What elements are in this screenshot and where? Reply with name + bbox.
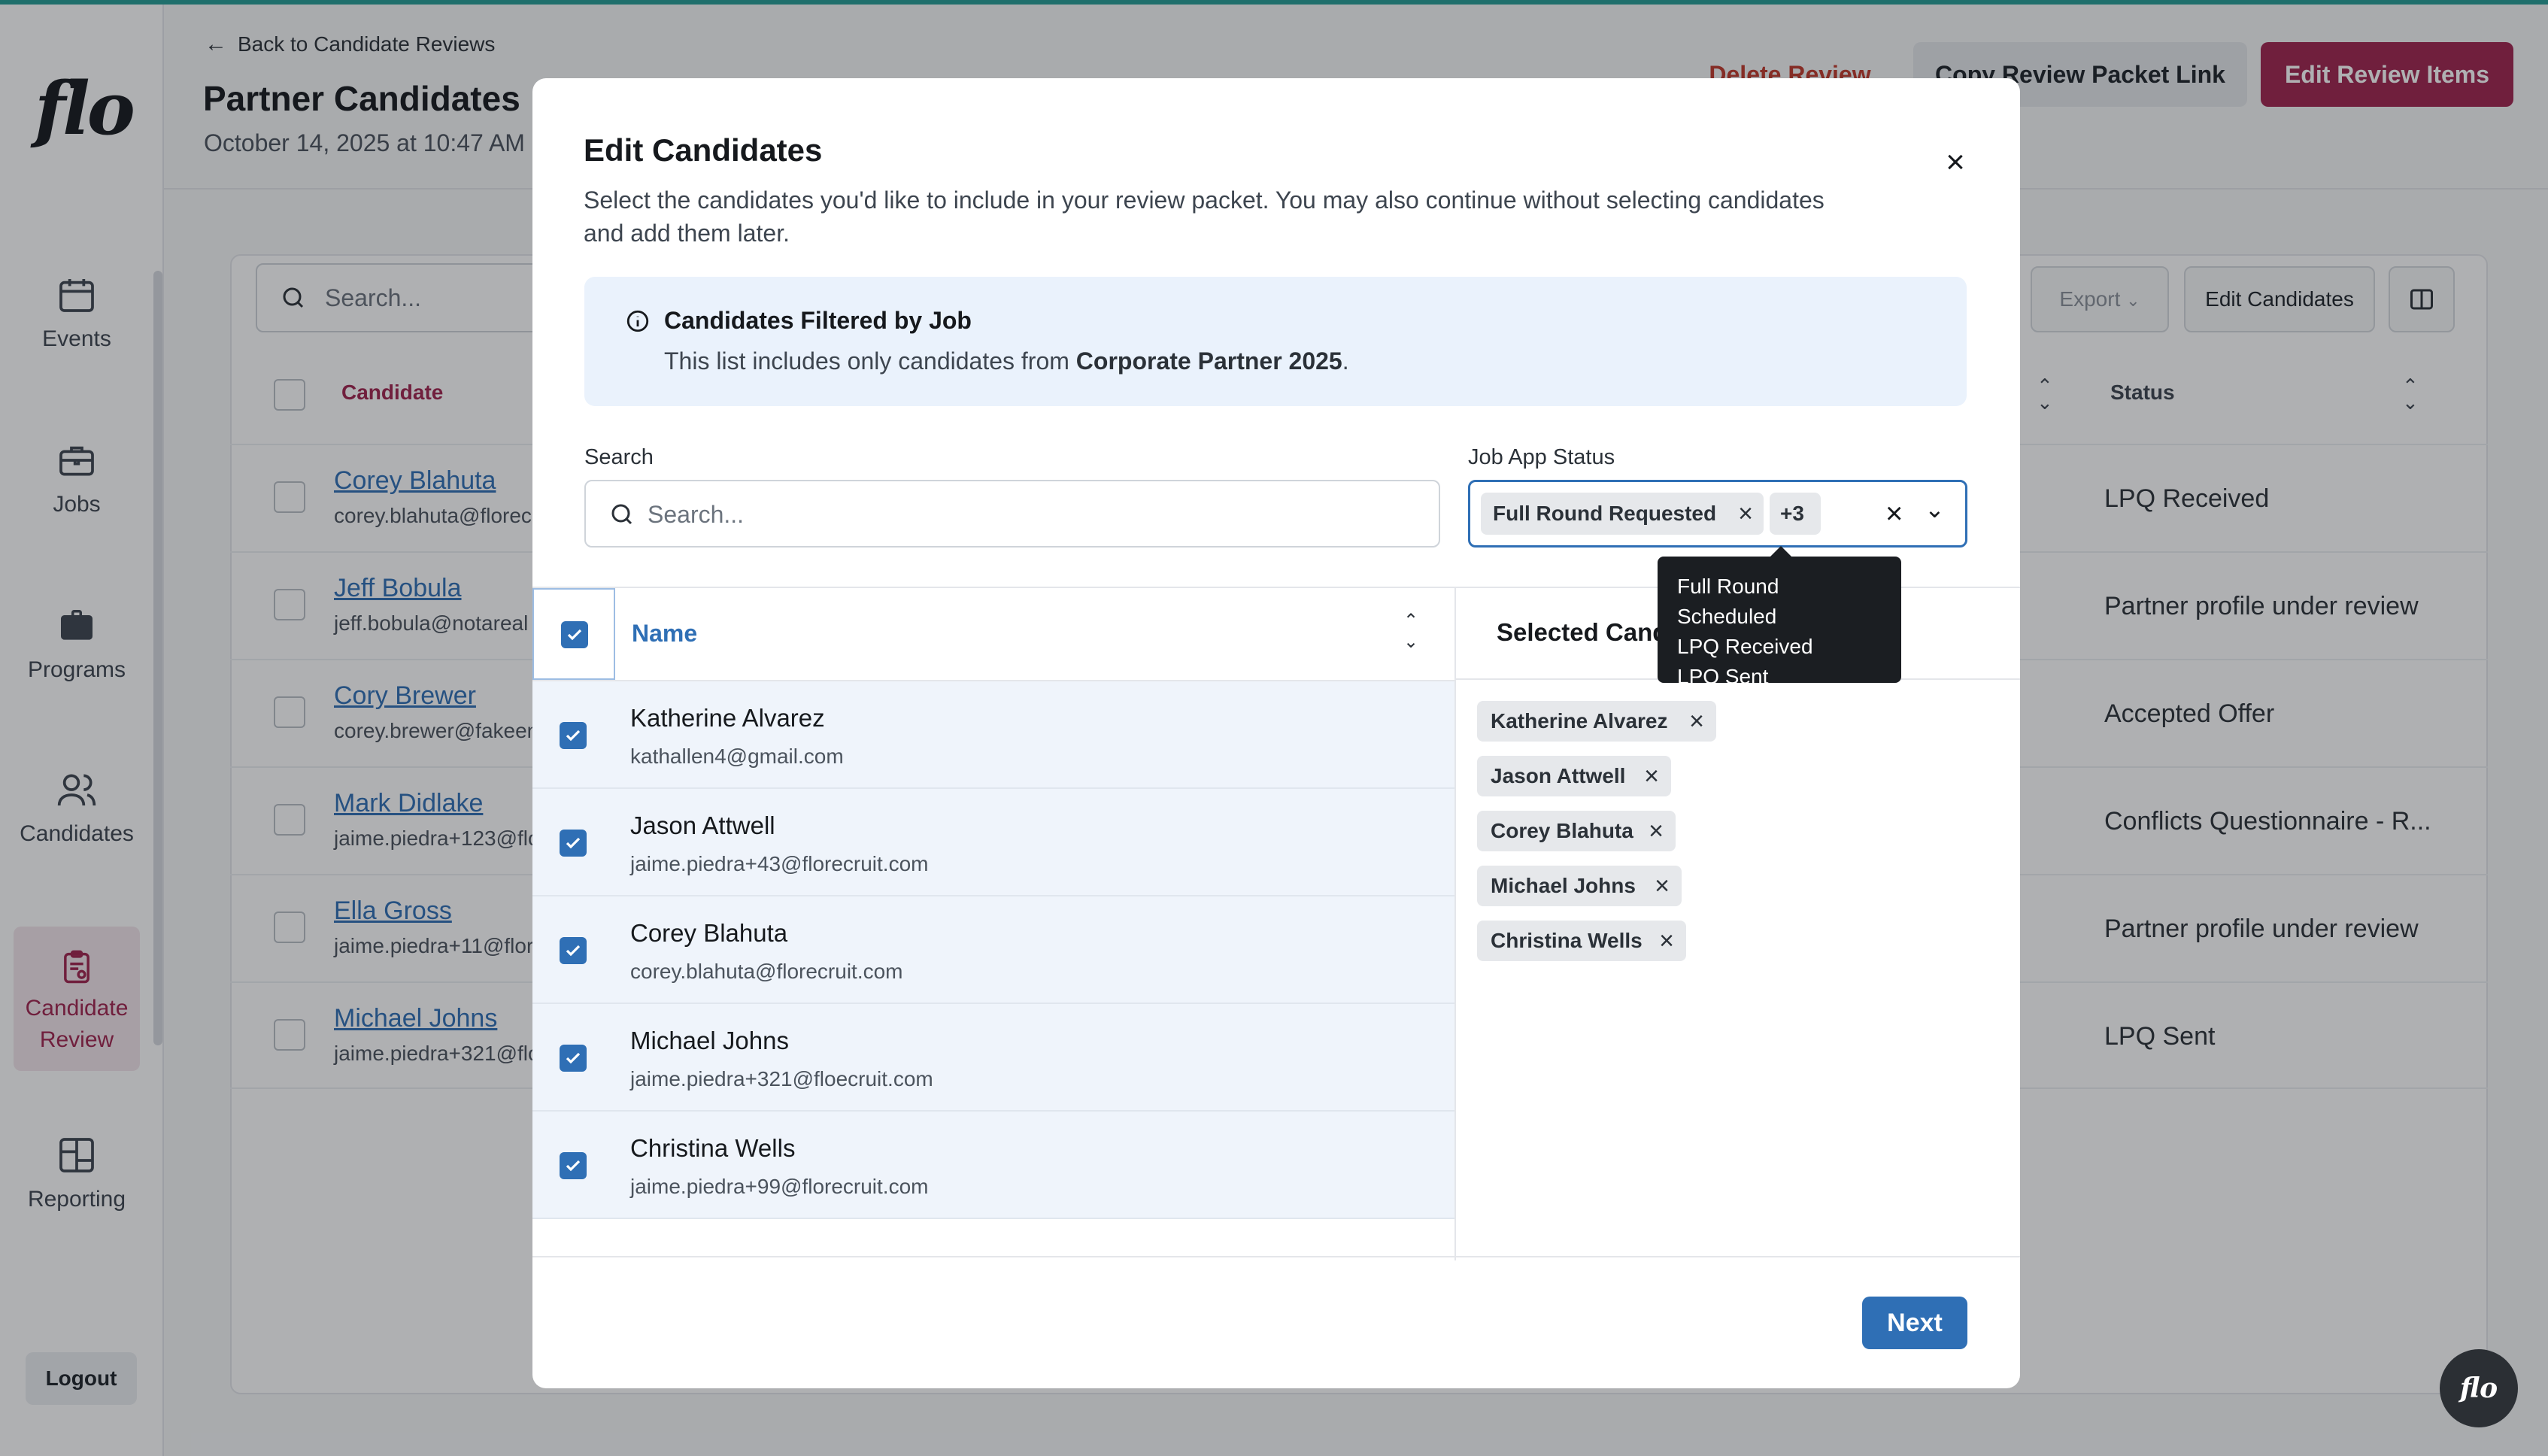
close-icon: × — [1946, 144, 1965, 180]
status-chip-label: Full Round Requested — [1493, 502, 1717, 525]
status-tooltip: Full Round Scheduled LPQ Received LPQ Se… — [1658, 546, 1901, 688]
candidate-email: jaime.piedra+321@floecruit.com — [630, 1067, 933, 1090]
list-header: Name ⌃ ⌄ — [532, 588, 1454, 681]
modal-description: Select the candidates you'd like to incl… — [584, 187, 1825, 247]
tooltip-item: LPQ Received — [1677, 635, 1813, 658]
candidate-name: Jason Attwell — [630, 811, 775, 839]
check-icon — [566, 945, 581, 957]
list-item[interactable]: Christina Wells jaime.piedra+99@florecru… — [532, 1112, 1454, 1219]
selected-chip: Michael Johns × — [1477, 866, 1682, 906]
check-icon — [566, 837, 581, 849]
check-icon — [566, 730, 581, 742]
chat-widget-button[interactable]: flo — [2440, 1349, 2518, 1427]
selected-panel-title: Selected Cand — [1497, 618, 1668, 646]
chevron-down-icon[interactable]: ⌄ — [1925, 497, 1945, 521]
close-icon[interactable]: × — [1644, 756, 1659, 796]
sort-icon[interactable]: ⌃ ⌄ — [1403, 611, 1418, 653]
info-suffix: . — [1342, 347, 1349, 375]
info-prefix: This list includes only candidates from — [664, 347, 1076, 375]
selected-chip: Christina Wells × — [1477, 921, 1686, 961]
row-checkbox[interactable] — [560, 830, 587, 857]
info-icon — [626, 310, 649, 332]
selected-chip: Katherine Alvarez × — [1477, 701, 1716, 742]
candidate-name: Michael Johns — [630, 1027, 789, 1054]
clear-icon[interactable]: × — [1885, 493, 1903, 535]
close-icon[interactable]: × — [1659, 921, 1674, 961]
selected-chip: Jason Attwell × — [1477, 756, 1671, 796]
more-chip[interactable]: +3 — [1770, 493, 1821, 535]
candidate-list-panel: Name ⌃ ⌄ Katherine Alvarez kathallen4@gma… — [532, 587, 1456, 1260]
next-button[interactable]: Next — [1862, 1297, 1967, 1349]
candidate-email: kathallen4@gmail.com — [630, 745, 844, 768]
close-button[interactable]: × — [1934, 141, 1976, 184]
modal-footer-divider — [532, 1256, 2020, 1257]
status-chip: Full Round Requested × — [1481, 493, 1764, 535]
row-checkbox[interactable] — [560, 722, 587, 749]
check-icon — [566, 1160, 581, 1172]
select-all-cell[interactable] — [532, 588, 615, 680]
close-icon[interactable]: × — [1655, 866, 1670, 906]
candidate-email: jaime.piedra+43@florecruit.com — [630, 852, 929, 875]
row-checkbox[interactable] — [560, 937, 587, 964]
search-input[interactable]: Search... — [584, 480, 1440, 548]
info-job: Corporate Partner 2025 — [1075, 347, 1342, 375]
top-accent-bar — [0, 0, 2548, 5]
selected-chip: Corey Blahuta × — [1477, 811, 1676, 851]
selected-chip-label: Christina Wells — [1491, 929, 1643, 952]
close-icon[interactable]: × — [1689, 701, 1704, 742]
tooltip-item: Full Round Scheduled — [1677, 575, 1779, 628]
check-icon — [566, 1052, 581, 1064]
candidate-name: Corey Blahuta — [630, 919, 788, 947]
candidate-name: Katherine Alvarez — [630, 704, 825, 732]
search-placeholder: Search... — [648, 501, 745, 528]
list-item[interactable]: Katherine Alvarez kathallen4@gmail.com — [532, 681, 1454, 789]
selected-chip-label: Michael Johns — [1491, 874, 1636, 897]
search-icon — [611, 504, 632, 525]
candidate-email: corey.blahuta@florecruit.com — [630, 960, 903, 983]
select-all-checkbox[interactable] — [561, 621, 588, 648]
job-app-status-select[interactable]: Full Round Requested × +3 × ⌄ — [1468, 480, 1967, 548]
close-icon[interactable]: × — [1649, 811, 1664, 851]
tooltip-item: LPQ Sent — [1677, 665, 1769, 688]
info-title: Candidates Filtered by Job — [664, 307, 972, 334]
status-label: Job App Status — [1468, 445, 1615, 469]
search-label: Search — [584, 445, 654, 469]
row-checkbox[interactable] — [560, 1152, 587, 1179]
list-item[interactable]: Corey Blahuta corey.blahuta@florecruit.c… — [532, 896, 1454, 1004]
list-item[interactable]: Jason Attwell jaime.piedra+43@florecruit… — [532, 789, 1454, 896]
modal-title: Edit Candidates — [584, 132, 823, 168]
selected-chip-label: Katherine Alvarez — [1491, 709, 1668, 733]
check-icon — [567, 629, 582, 641]
edit-candidates-modal: Edit Candidates × Select the candidates … — [532, 78, 2020, 1388]
info-text: This list includes only candidates from … — [664, 347, 1349, 375]
row-checkbox[interactable] — [560, 1045, 587, 1072]
name-column-header[interactable]: Name — [632, 620, 697, 648]
list-item[interactable]: Michael Johns jaime.piedra+321@floecruit… — [532, 1004, 1454, 1112]
close-icon[interactable]: × — [1738, 493, 1753, 535]
info-banner: Candidates Filtered by Job This list inc… — [584, 277, 1967, 406]
candidate-name: Christina Wells — [630, 1134, 796, 1162]
candidate-email: jaime.piedra+99@florecruit.com — [630, 1175, 929, 1198]
selected-chip-label: Jason Attwell — [1491, 764, 1626, 787]
selected-chip-label: Corey Blahuta — [1491, 819, 1633, 842]
